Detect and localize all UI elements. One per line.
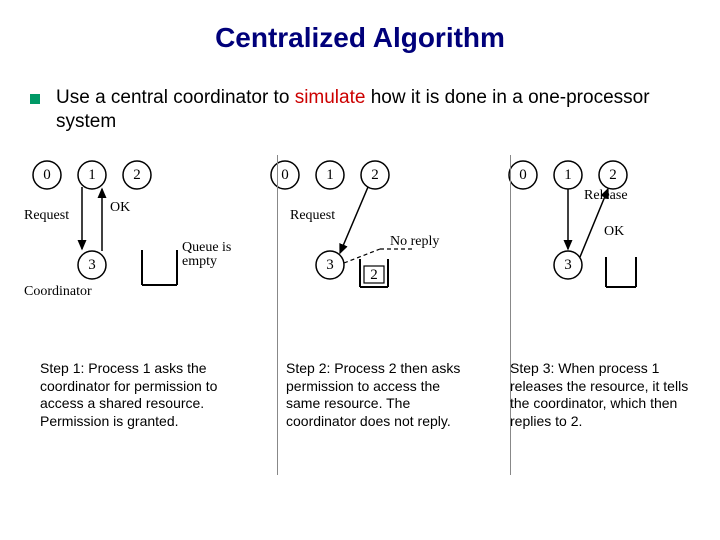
label-no-reply: No reply (390, 234, 439, 249)
caption-step2: Step 2: Process 2 then asks permission t… (286, 360, 464, 430)
node-0: 0 (281, 167, 289, 183)
node-1: 1 (88, 167, 96, 183)
label-ok: OK (604, 224, 624, 239)
queue-item-2: 2 (370, 267, 378, 283)
bullet-text: Use a central coordinator to simulate ho… (56, 86, 676, 134)
diagram-step3: 0 1 2 3 Release OK (498, 155, 698, 315)
node-3: 3 (88, 257, 96, 273)
caption-step3: Step 3: When process 1 releases the reso… (510, 360, 698, 430)
node-1: 1 (564, 167, 572, 183)
caption-step1: Step 1: Process 1 asks the coordinator f… (40, 360, 240, 430)
label-request: Request (24, 208, 69, 223)
node-0: 0 (43, 167, 51, 183)
diagram-step2: 0 1 2 3 Request No reply 2 (260, 155, 485, 315)
label-ok: OK (110, 200, 130, 215)
bullet-icon (30, 94, 40, 104)
node-2: 2 (133, 167, 141, 183)
node-0: 0 (519, 167, 527, 183)
page-title: Centralized Algorithm (0, 0, 720, 54)
label-request: Request (290, 208, 335, 223)
label-queue-empty: Queue is empty (182, 240, 235, 269)
caption-row: Step 1: Process 1 asks the coordinator f… (22, 360, 698, 430)
node-3: 3 (564, 257, 572, 273)
node-2: 2 (371, 167, 379, 183)
bullet-text-pre: Use a central coordinator to (56, 87, 295, 108)
label-release: Release (584, 188, 628, 203)
node-1: 1 (326, 167, 334, 183)
label-coordinator: Coordinator (24, 284, 92, 299)
node-3: 3 (326, 257, 334, 273)
bullet-text-highlight: simulate (295, 87, 366, 108)
diagram-row: 0 1 2 3 Request OK Coordinator Queue is … (22, 155, 698, 315)
node-2: 2 (609, 167, 617, 183)
diagram-step1: 0 1 2 3 Request OK Coordinator Queue is … (22, 155, 247, 315)
